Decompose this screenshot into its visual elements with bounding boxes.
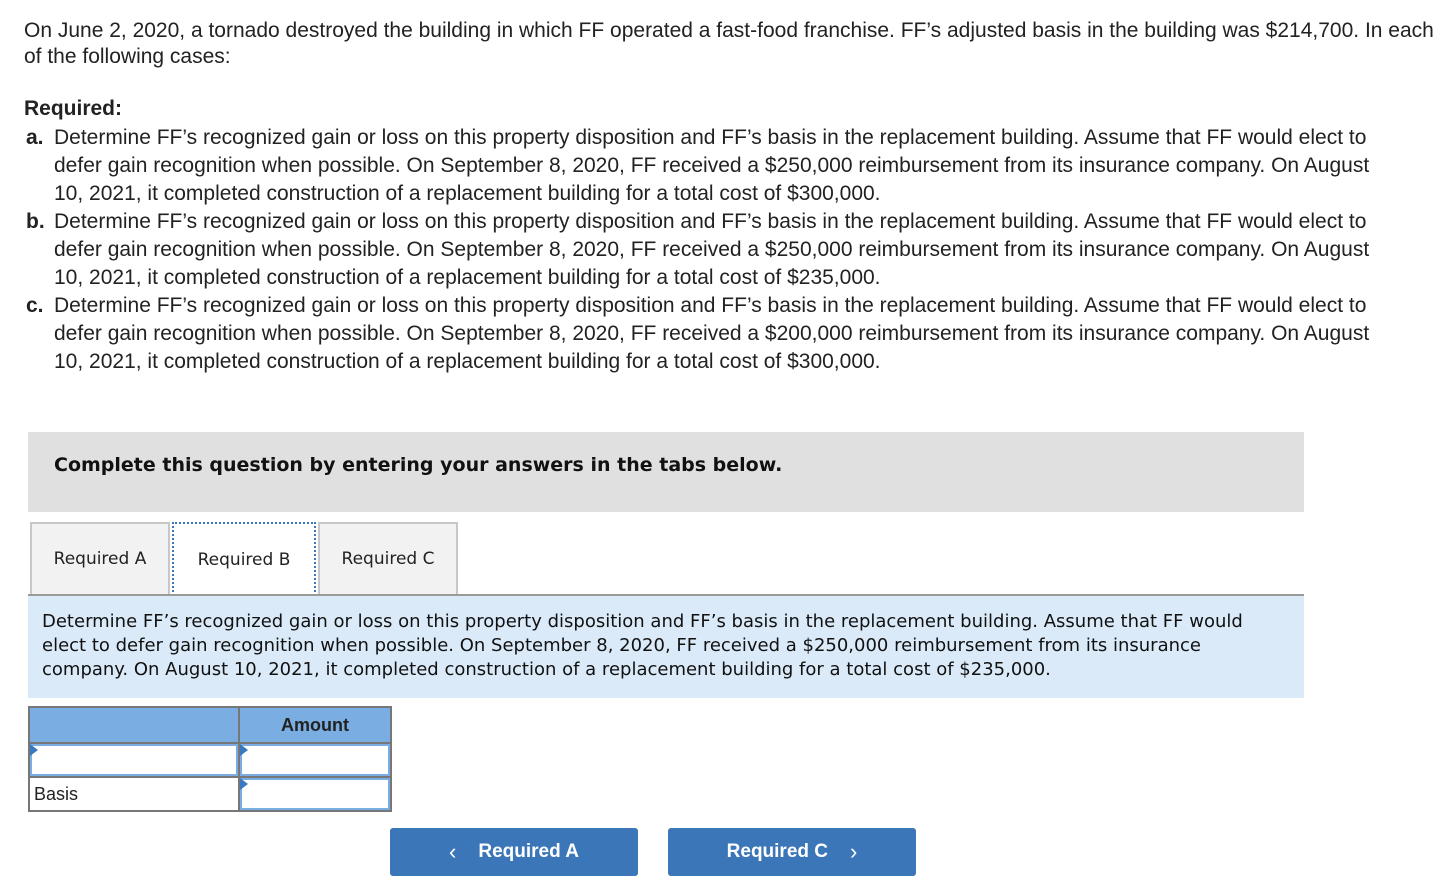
requirement-letter: b. — [26, 210, 45, 233]
input-flag-icon — [240, 778, 248, 790]
next-tab-button[interactable]: Required C › — [668, 828, 916, 876]
requirement-text: Determine FF’s recognized gain or loss o… — [54, 210, 1370, 289]
amount-input-wrapper — [240, 778, 390, 810]
answer-table: Amount Basis — [28, 706, 392, 812]
row-amount-cell — [238, 742, 392, 778]
instructions-banner: Complete this question by entering your … — [28, 432, 1304, 512]
amount-input-wrapper — [240, 744, 390, 776]
requirement-a: a. Determine FF’s recognized gain or los… — [24, 124, 1404, 208]
requirements-list: a. Determine FF’s recognized gain or los… — [24, 124, 1404, 376]
tab-required-c[interactable]: Required C — [318, 522, 458, 594]
chevron-right-icon: › — [850, 839, 858, 864]
header-amount: Amount — [238, 706, 392, 744]
problem-intro: On June 2, 2020, a tornado destroyed the… — [24, 19, 1434, 68]
tab-required-b[interactable]: Required B — [172, 522, 316, 596]
requirement-letter: c. — [26, 294, 44, 317]
prev-tab-button[interactable]: ‹ Required A — [390, 828, 638, 876]
row-label-input[interactable] — [30, 744, 238, 776]
requirement-text: Determine FF’s recognized gain or loss o… — [54, 126, 1370, 205]
tab-required-a[interactable]: Required A — [30, 522, 170, 594]
basis-label: Basis — [28, 776, 240, 812]
requirement-text: Determine FF’s recognized gain or loss o… — [54, 294, 1370, 373]
prev-tab-label: Required A — [478, 841, 579, 862]
amount-input[interactable] — [240, 744, 390, 776]
header-label-cell — [28, 706, 240, 744]
input-flag-icon — [30, 744, 38, 756]
input-flag-icon — [240, 744, 248, 756]
tab-instructions-panel: Determine FF’s recognized gain or loss o… — [28, 596, 1304, 698]
requirement-b: b. Determine FF’s recognized gain or los… — [24, 208, 1404, 292]
required-heading: Required: — [24, 97, 123, 120]
requirement-letter: a. — [26, 126, 44, 149]
basis-amount-input[interactable] — [240, 778, 390, 810]
label-dropdown-wrapper — [30, 744, 238, 776]
tab-instructions-text: Determine FF’s recognized gain or loss o… — [42, 611, 1243, 680]
table-header-row: Amount — [28, 706, 392, 744]
table-row — [28, 742, 392, 778]
requirement-c: c. Determine FF’s recognized gain or los… — [24, 292, 1404, 376]
row-label-cell — [28, 742, 240, 778]
next-tab-label: Required C — [726, 841, 829, 862]
chevron-left-icon: ‹ — [449, 839, 457, 864]
table-row: Basis — [28, 776, 392, 812]
banner-text: Complete this question by entering your … — [54, 454, 783, 476]
basis-amount-cell — [238, 776, 392, 812]
